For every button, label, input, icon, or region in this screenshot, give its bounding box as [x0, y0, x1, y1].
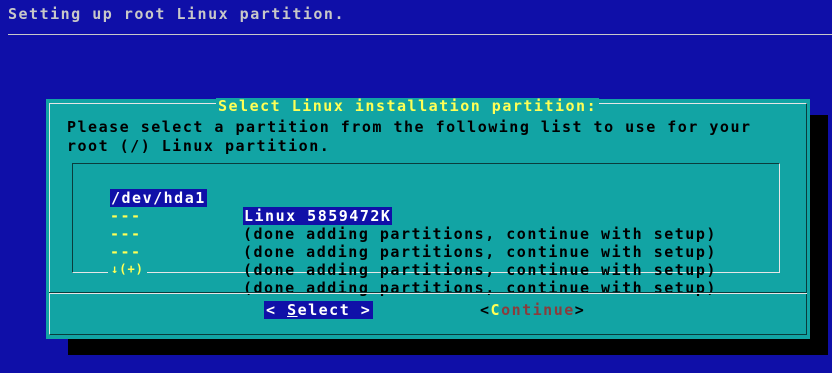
continue-button-hotkey: C: [490, 301, 502, 319]
select-button-label: elect: [297, 301, 351, 319]
list-item[interactable]: --- (done adding partitions, continue wi…: [73, 243, 715, 297]
continue-button-left-bracket: <: [480, 301, 491, 319]
continue-button[interactable]: <Continue>: [480, 301, 585, 319]
list-item-desc: (done adding partitions, continue with s…: [243, 243, 717, 261]
scroll-down-indicator[interactable]: ↓(+): [108, 262, 147, 276]
list-item[interactable]: --- (done adding partitions, continue wi…: [73, 207, 715, 261]
button-separator-highlight: [49, 293, 807, 294]
list-item[interactable]: /dev/hda1 Linux 5859472K: [73, 171, 393, 225]
list-item-desc: Linux 5859472K: [243, 207, 393, 225]
continue-button-right-bracket: >: [574, 301, 586, 319]
backtitle-rule: [8, 34, 832, 35]
list-item-desc: (done adding partitions, continue with s…: [243, 225, 717, 243]
list-item[interactable]: --- (done adding partitions, continue wi…: [73, 225, 715, 279]
list-item[interactable]: --- (done adding partitions, continue wi…: [73, 189, 715, 243]
partition-dialog: Select Linux installation partition: Ple…: [46, 97, 810, 339]
list-item-desc: (done adding partitions, continue with s…: [243, 261, 717, 279]
console-screen: Setting up root Linux partition. Select …: [0, 0, 832, 373]
prompt-line-1: Please select a partition from the follo…: [67, 118, 752, 136]
select-button-hotkey: S: [287, 301, 298, 319]
partition-list[interactable]: /dev/hda1 Linux 5859472K --- (done addin…: [72, 163, 780, 297]
select-button-left-bracket: <: [266, 301, 288, 319]
prompt-line-2: root (/) Linux partition.: [67, 137, 331, 155]
list-item-desc: (done adding partitions, continue with s…: [243, 279, 717, 297]
continue-button-label: ontinue: [501, 301, 575, 319]
dialog-title: Select Linux installation partition:: [216, 97, 600, 115]
select-button[interactable]: < Select >: [264, 301, 374, 319]
backtitle: Setting up root Linux partition.: [8, 5, 345, 23]
select-button-right-bracket: >: [350, 301, 372, 319]
